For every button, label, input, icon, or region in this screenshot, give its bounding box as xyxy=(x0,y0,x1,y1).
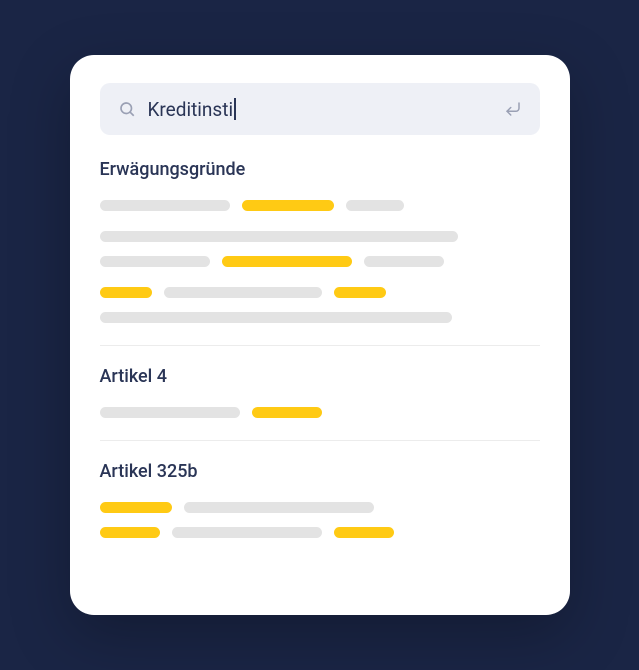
result-snippet[interactable] xyxy=(100,527,540,538)
highlight-placeholder xyxy=(222,256,352,267)
result-snippet[interactable] xyxy=(100,407,540,418)
highlight-placeholder xyxy=(100,287,152,298)
result-section: Erwägungsgründe xyxy=(100,159,540,323)
search-results-card: Kreditinsti Erwägungsgründe xyxy=(70,55,570,615)
text-placeholder xyxy=(172,527,322,538)
result-section: Artikel 325b xyxy=(100,461,540,538)
highlight-placeholder xyxy=(100,527,160,538)
result-snippet[interactable] xyxy=(100,287,540,298)
result-snippet[interactable] xyxy=(100,502,540,513)
text-placeholder xyxy=(100,312,452,323)
search-icon xyxy=(118,100,136,118)
text-placeholder xyxy=(184,502,374,513)
search-input[interactable]: Kreditinsti xyxy=(148,98,504,121)
section-title: Artikel 4 xyxy=(100,366,540,387)
section-title: Erwägungsgründe xyxy=(100,159,540,180)
text-placeholder xyxy=(100,256,210,267)
section-title: Artikel 325b xyxy=(100,461,540,482)
result-snippet[interactable] xyxy=(100,256,540,267)
result-snippet[interactable] xyxy=(100,312,540,323)
result-snippet[interactable] xyxy=(100,200,540,211)
divider xyxy=(100,440,540,441)
highlight-placeholder xyxy=(242,200,334,211)
text-placeholder xyxy=(346,200,404,211)
text-placeholder xyxy=(100,231,458,242)
highlight-placeholder xyxy=(252,407,322,418)
highlight-placeholder xyxy=(334,287,386,298)
enter-icon xyxy=(504,100,522,118)
text-placeholder xyxy=(364,256,444,267)
result-section: Artikel 4 xyxy=(100,366,540,418)
search-bar[interactable]: Kreditinsti xyxy=(100,83,540,135)
highlight-placeholder xyxy=(100,502,172,513)
text-caret xyxy=(234,98,236,120)
divider xyxy=(100,345,540,346)
text-placeholder xyxy=(164,287,322,298)
highlight-placeholder xyxy=(334,527,394,538)
text-placeholder xyxy=(100,407,240,418)
search-input-value: Kreditinsti xyxy=(148,98,234,121)
result-snippet[interactable] xyxy=(100,231,540,242)
text-placeholder xyxy=(100,200,230,211)
